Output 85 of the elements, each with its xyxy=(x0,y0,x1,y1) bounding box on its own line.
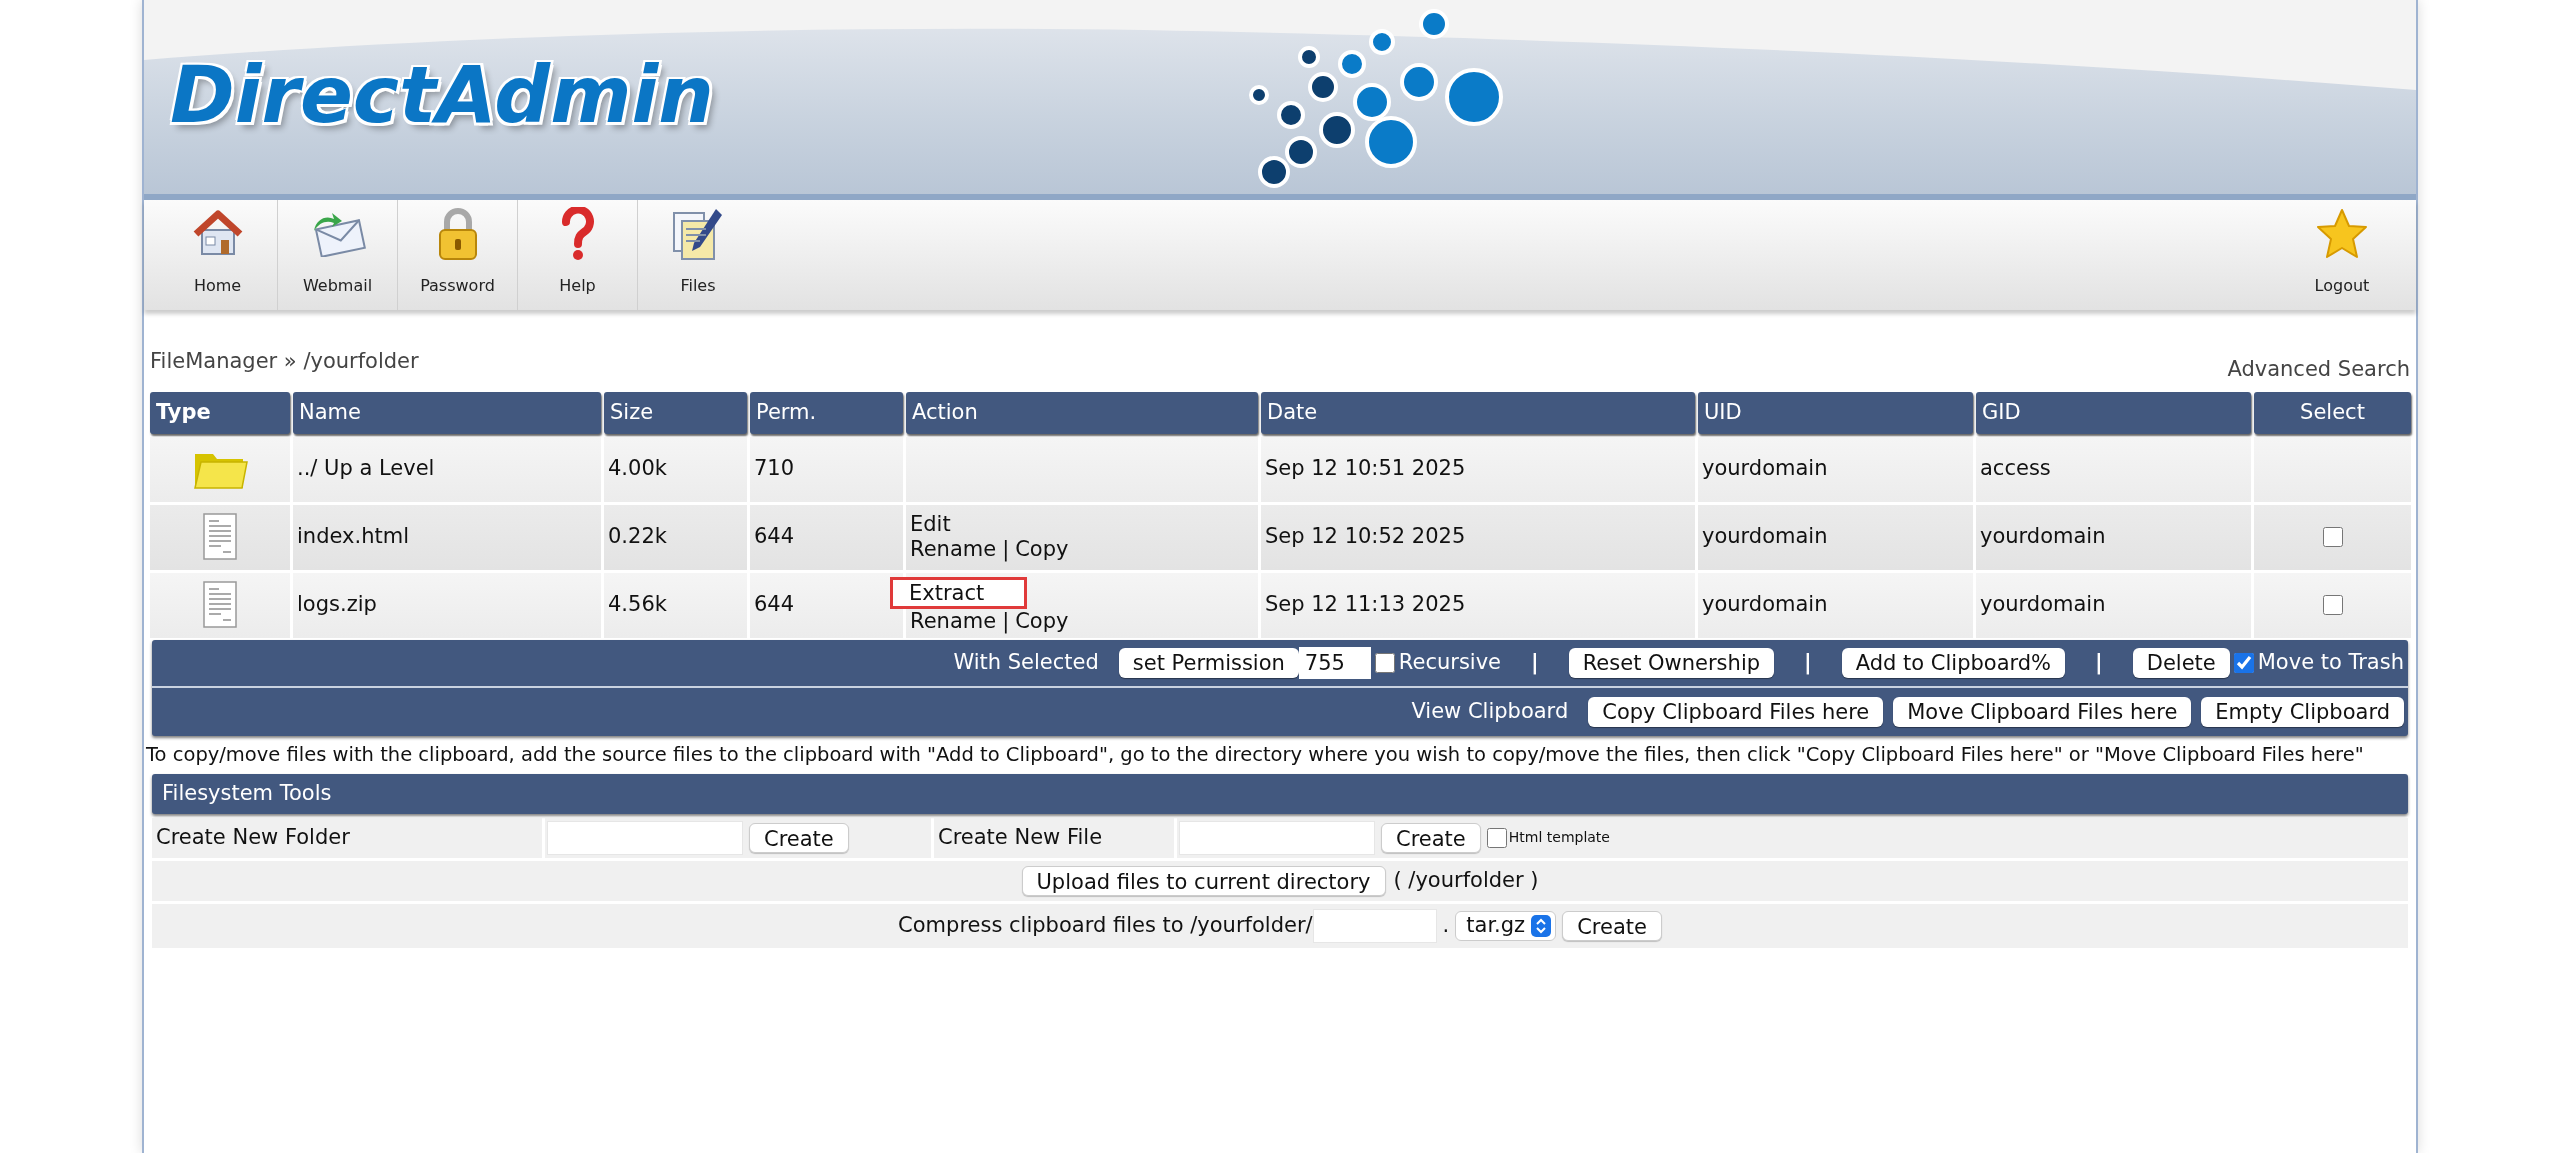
file-icon xyxy=(201,512,239,562)
column-header: Type xyxy=(150,391,290,434)
advanced-search-link[interactable]: Advanced Search xyxy=(2227,354,2410,386)
table-cell-text: access xyxy=(1980,455,2051,483)
permission-link[interactable]: 644 xyxy=(754,589,795,621)
checkbox[interactable] xyxy=(2233,652,2254,673)
table-cell-text: Sep 12 11:13 2025 xyxy=(1265,591,1466,619)
separator: | xyxy=(1804,648,1812,677)
column-header: Date xyxy=(1261,391,1695,434)
toolbar-button[interactable]: Help xyxy=(518,200,638,310)
permission-input[interactable]: 755 xyxy=(1298,646,1371,679)
checkbox-label[interactable]: Html template xyxy=(1486,827,1610,848)
checkbox[interactable] xyxy=(1374,652,1395,673)
permission-link[interactable]: 710 xyxy=(754,453,795,485)
file-name-input[interactable] xyxy=(1179,820,1375,855)
table-cell-text: Sep 12 10:51 2025 xyxy=(1265,455,1466,483)
action-label: With Selected xyxy=(953,648,1099,676)
file-name-link[interactable]: index.html xyxy=(297,521,409,553)
table-cell-text: yourdomain xyxy=(1702,523,1828,551)
column-header: Name xyxy=(293,391,601,434)
table-cell-text: yourdomain xyxy=(1702,455,1828,483)
house-icon xyxy=(192,210,243,258)
column-header: Perm. xyxy=(750,391,903,434)
table-cell-text: yourdomain xyxy=(1702,591,1828,619)
question-mark-icon xyxy=(560,207,595,261)
field-label: Compress clipboard files to /yourfolder/ xyxy=(898,911,1313,939)
select-checkbox[interactable] xyxy=(2322,527,2343,547)
toolbar-button[interactable]: Password xyxy=(398,200,518,310)
table-cell-text: yourdomain xyxy=(1980,591,2106,619)
column-header: Select xyxy=(2254,391,2411,434)
file-icon xyxy=(201,580,239,630)
toolbar-button[interactable]: Webmail xyxy=(278,200,398,310)
action-button[interactable]: Move Clipboard Files here xyxy=(1893,696,2192,727)
action-button[interactable]: set Permission xyxy=(1118,647,1299,678)
column-header: GID xyxy=(1976,391,2251,434)
section-header: Filesystem Tools xyxy=(152,773,2408,814)
action-link[interactable]: Rename xyxy=(910,537,997,562)
checkbox-label[interactable]: Recursive xyxy=(1374,646,1502,679)
folder-name-input[interactable] xyxy=(547,820,743,855)
action-label: View Clipboard xyxy=(1411,697,1569,725)
table-cell-text: 4.56k xyxy=(608,591,667,619)
star-icon xyxy=(2314,207,2370,261)
field-label: Create New Folder xyxy=(156,823,350,851)
action-button[interactable]: Delete xyxy=(2132,647,2230,678)
format-select[interactable]: tar.gz xyxy=(1455,910,1557,941)
checkbox[interactable] xyxy=(1486,827,1507,848)
path-text: ( /yourfolder ) xyxy=(1393,866,1539,894)
action-button[interactable]: Reset Ownership xyxy=(1568,647,1775,678)
help-text: To copy/move files with the clipboard, add the source files to the clipboard with "Add to Clipboard", go to the directory where you wish to copy/move the files, then click "Copy Clipboard Files here" or "Move Clipboard Files here" xyxy=(145,741,2365,768)
toolbar-button[interactable]: Files xyxy=(638,200,758,310)
directadmin-logo: DirectAdmin xyxy=(170,56,714,134)
dot-text: . xyxy=(1442,911,1450,939)
checkbox-label[interactable]: Move to Trash xyxy=(2233,646,2404,679)
separator: | xyxy=(1002,608,1010,634)
table-cell-text: 4.00k xyxy=(608,455,667,483)
breadcrumb: FileManager » /yourfolder xyxy=(150,348,419,375)
action-link[interactable]: Edit xyxy=(910,512,951,537)
permission-link[interactable]: 644 xyxy=(754,521,795,553)
column-header: UID xyxy=(1698,391,1973,434)
upload-button[interactable]: Upload files to current directory xyxy=(1021,865,1386,896)
archive-name-input[interactable] xyxy=(1312,908,1437,943)
file-name-link[interactable]: logs.zip xyxy=(297,589,377,621)
action-link[interactable]: Copy xyxy=(1015,608,1069,634)
table-cell-text: Sep 12 10:52 2025 xyxy=(1265,523,1466,551)
table-cell-text: yourdomain xyxy=(1980,523,2106,551)
toolbar-button[interactable]: Home xyxy=(158,200,278,310)
create-button[interactable]: Create xyxy=(1381,822,1481,853)
action-link[interactable]: Extract xyxy=(890,576,1028,609)
action-link[interactable]: Rename xyxy=(910,608,997,634)
create-button[interactable]: Create xyxy=(1562,910,1662,941)
chevron-icon xyxy=(1535,917,1548,934)
column-header: Size xyxy=(604,391,747,434)
column-header: Action xyxy=(906,391,1258,434)
create-button[interactable]: Create xyxy=(749,822,849,853)
separator: | xyxy=(1531,648,1539,677)
field-label: Create New File xyxy=(938,823,1103,851)
action-button[interactable]: Add to Clipboard% xyxy=(1841,647,2066,678)
select-checkbox[interactable] xyxy=(2322,595,2343,615)
action-button[interactable]: Copy Clipboard Files here xyxy=(1588,696,1884,727)
logout-button[interactable]: Logout xyxy=(2282,200,2402,310)
table-cell-text: 0.22k xyxy=(608,523,667,551)
separator: | xyxy=(2095,648,2103,677)
action-button[interactable]: Empty Clipboard xyxy=(2201,696,2404,727)
action-link[interactable]: Copy xyxy=(1015,537,1069,562)
separator: | xyxy=(1002,537,1010,562)
